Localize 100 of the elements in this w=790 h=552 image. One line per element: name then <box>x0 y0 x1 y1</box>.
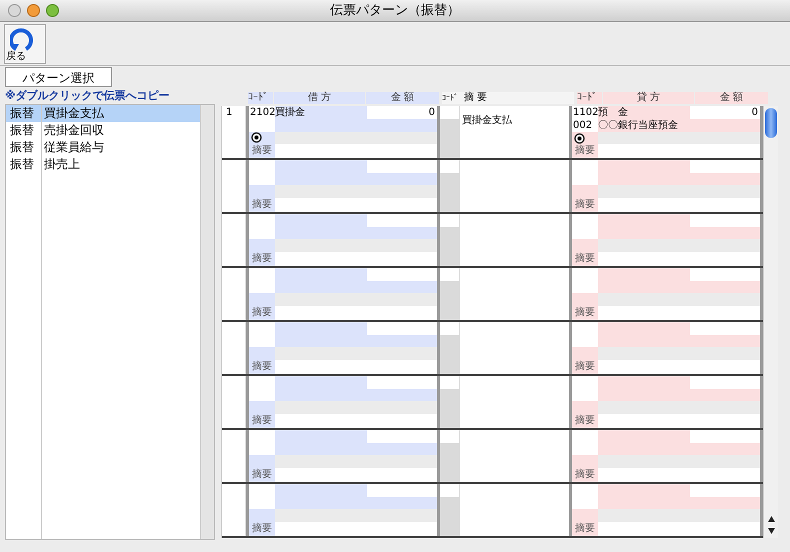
input-cell[interactable] <box>275 239 437 252</box>
input-cell[interactable] <box>275 496 437 510</box>
input-cell[interactable] <box>572 347 598 360</box>
input-cell[interactable] <box>598 322 690 335</box>
input-cell[interactable] <box>598 484 690 497</box>
column-header: ｺｰﾄﾞ <box>442 92 459 104</box>
input-cell[interactable] <box>572 509 598 522</box>
input-cell[interactable] <box>275 484 367 497</box>
input-cell[interactable] <box>598 496 760 510</box>
input-cell[interactable] <box>598 334 760 348</box>
pattern-row[interactable]: 振替 従業員給与 <box>6 139 200 156</box>
input-cell[interactable] <box>598 293 760 306</box>
minimize-icon[interactable] <box>27 4 40 17</box>
input-cell[interactable] <box>598 268 690 281</box>
memo-label: 摘要 <box>249 198 275 212</box>
input-cell[interactable] <box>598 509 760 522</box>
input-cell[interactable] <box>598 239 760 252</box>
input-cell[interactable] <box>440 389 460 428</box>
input-cell[interactable] <box>598 430 690 443</box>
input-cell[interactable] <box>249 347 275 360</box>
pattern-tab[interactable]: パターン選択 <box>5 67 112 87</box>
pattern-type: 振替 <box>9 122 35 139</box>
input-cell[interactable] <box>598 132 760 144</box>
zoom-icon[interactable] <box>46 4 59 17</box>
input-cell[interactable] <box>249 239 275 252</box>
input-cell[interactable] <box>249 509 275 522</box>
input-cell[interactable] <box>598 442 760 456</box>
input-cell[interactable] <box>572 185 598 198</box>
radio-button[interactable] <box>574 132 585 144</box>
memo-label: 摘要 <box>249 252 275 266</box>
instruction-text: ※ダブルクリックで伝票へコピー <box>5 88 171 104</box>
input-cell[interactable] <box>249 132 275 144</box>
input-cell[interactable] <box>440 119 460 158</box>
input-cell[interactable] <box>598 214 690 227</box>
input-cell[interactable] <box>598 347 760 360</box>
list-scrollbar[interactable] <box>200 105 214 539</box>
pattern-type: 振替 <box>9 156 35 173</box>
close-icon[interactable] <box>8 4 21 17</box>
input-cell[interactable] <box>275 293 437 306</box>
input-cell[interactable] <box>275 119 437 132</box>
input-cell[interactable] <box>275 280 437 294</box>
input-cell[interactable] <box>440 443 460 482</box>
pattern-row[interactable]: 振替 掛売上 <box>6 156 200 173</box>
input-cell[interactable] <box>249 293 275 306</box>
pattern-row[interactable]: 振替 売掛金回収 <box>6 122 200 139</box>
input-cell[interactable] <box>275 442 437 456</box>
input-cell[interactable] <box>598 172 760 186</box>
input-cell[interactable] <box>598 455 760 468</box>
input-cell[interactable] <box>598 226 760 240</box>
input-cell[interactable] <box>275 347 437 360</box>
input-cell[interactable] <box>249 185 275 198</box>
column-header: 金 額 <box>695 92 768 104</box>
input-cell[interactable] <box>275 226 437 240</box>
input-cell[interactable] <box>249 401 275 414</box>
input-cell[interactable] <box>275 455 437 468</box>
pattern-name: 従業員給与 <box>43 139 104 156</box>
input-cell[interactable] <box>598 401 760 414</box>
input-cell[interactable] <box>572 401 598 414</box>
input-cell[interactable] <box>275 268 367 281</box>
memo-label: 摘要 <box>572 522 598 536</box>
memo-label: 摘要 <box>249 306 275 320</box>
column-header: 借 方 <box>274 92 365 104</box>
scroll-thumb[interactable] <box>765 108 777 138</box>
input-cell[interactable] <box>440 173 460 212</box>
input-cell[interactable] <box>598 185 760 198</box>
input-cell[interactable] <box>275 430 367 443</box>
input-cell[interactable] <box>275 322 367 335</box>
input-cell[interactable] <box>275 172 437 186</box>
input-cell[interactable] <box>572 455 598 468</box>
input-cell[interactable] <box>275 160 367 173</box>
input-cell[interactable] <box>598 388 760 402</box>
input-cell[interactable] <box>572 132 598 144</box>
input-cell[interactable] <box>440 281 460 320</box>
input-cell[interactable] <box>275 376 367 389</box>
input-cell[interactable] <box>572 293 598 306</box>
input-cell[interactable] <box>440 227 460 266</box>
input-cell[interactable] <box>598 280 760 294</box>
scrollbar[interactable] <box>763 106 778 538</box>
memo-label: 摘要 <box>572 252 598 266</box>
input-cell[interactable] <box>275 401 437 414</box>
memo-label: 摘要 <box>249 360 275 374</box>
scroll-up-icon[interactable] <box>768 516 774 522</box>
memo-label: 摘要 <box>249 468 275 482</box>
input-cell[interactable] <box>275 509 437 522</box>
input-cell[interactable] <box>440 497 460 536</box>
input-cell[interactable] <box>275 185 437 198</box>
input-cell[interactable] <box>440 335 460 374</box>
input-cell[interactable] <box>598 160 690 173</box>
input-cell[interactable] <box>275 334 437 348</box>
input-cell[interactable] <box>598 376 690 389</box>
scroll-down-icon[interactable] <box>768 528 774 534</box>
input-cell[interactable] <box>275 132 437 144</box>
radio-button[interactable] <box>251 132 262 144</box>
input-cell[interactable] <box>572 239 598 252</box>
input-cell[interactable] <box>249 455 275 468</box>
input-cell[interactable] <box>275 214 367 227</box>
input-cell[interactable] <box>275 388 437 402</box>
pattern-row[interactable]: 振替 買掛金支払 <box>6 105 200 122</box>
pattern-type: 振替 <box>9 139 35 156</box>
back-button[interactable]: 戻る <box>4 24 46 64</box>
